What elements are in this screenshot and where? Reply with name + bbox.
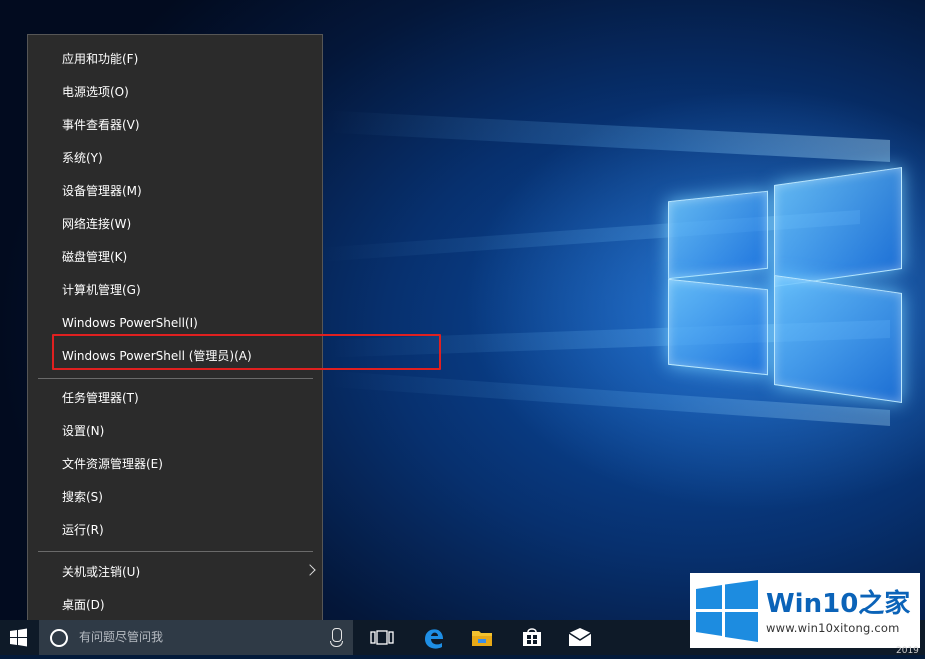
search-box[interactable]: 有问题尽管问我 [39,620,353,655]
wallpaper-logo-pane [668,278,768,376]
task-view-icon[interactable] [362,620,402,655]
edge-icon[interactable] [413,620,453,655]
menu-item-computer-management[interactable]: 计算机管理(G) [28,274,322,307]
menu-item-search[interactable]: 搜索(S) [28,481,322,514]
menu-item-task-manager[interactable]: 任务管理器(T) [28,382,322,415]
windows-start-icon [10,628,27,647]
menu-item-disk-management[interactable]: 磁盘管理(K) [28,241,322,274]
menu-item-system[interactable]: 系统(Y) [28,142,322,175]
wallpaper-logo-pane [774,275,902,403]
mail-icon[interactable] [560,620,600,655]
menu-separator [38,551,313,552]
chevron-right-icon [304,564,316,576]
wallpaper-logo-pane [774,167,902,287]
microphone-icon[interactable] [330,628,343,647]
menu-item-desktop[interactable]: 桌面(D) [28,589,322,622]
menu-item-settings[interactable]: 设置(N) [28,415,322,448]
windows-logo-icon [696,580,758,642]
menu-item-power-options[interactable]: 电源选项(O) [28,76,322,109]
menu-item-device-manager[interactable]: 设备管理器(M) [28,175,322,208]
menu-item-apps-features[interactable]: 应用和功能(F) [28,43,322,76]
menu-item-label: 关机或注销(U) [62,565,141,579]
watermark-url: www.win10xitong.com [766,621,900,635]
start-button[interactable] [0,620,38,655]
menu-separator [38,378,313,379]
file-explorer-icon[interactable] [462,620,502,655]
watermark-title: Win10之家 [766,589,911,619]
winx-context-menu: 应用和功能(F) 电源选项(O) 事件查看器(V) 系统(Y) 设备管理器(M)… [27,34,323,630]
menu-item-shutdown-signout[interactable]: 关机或注销(U) [28,556,322,589]
cortana-icon[interactable] [50,629,68,647]
store-icon[interactable] [512,620,552,655]
menu-item-network-connections[interactable]: 网络连接(W) [28,208,322,241]
menu-item-file-explorer[interactable]: 文件资源管理器(E) [28,448,322,481]
wallpaper-logo-pane [668,190,768,280]
watermark-logo: Win10之家 www.win10xitong.com [690,573,920,648]
highlight-annotation [52,334,441,370]
menu-item-run[interactable]: 运行(R) [28,514,322,547]
menu-item-event-viewer[interactable]: 事件查看器(V) [28,109,322,142]
search-placeholder: 有问题尽管问我 [79,630,164,644]
